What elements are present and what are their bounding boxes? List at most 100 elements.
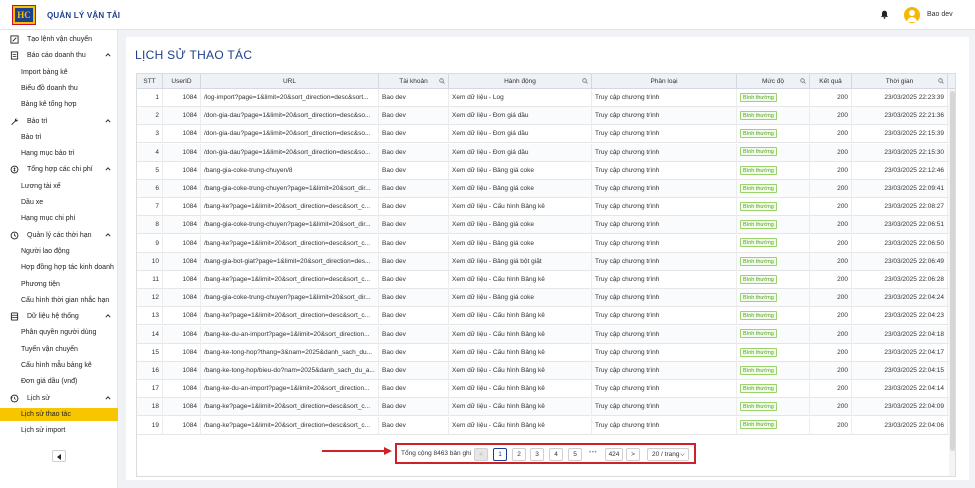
sidebar-item[interactable]: Cấu hình mẫu bảng kê [0, 359, 118, 372]
table-row[interactable]: 18 1084/bang-ke?page=1&limit=20&sort_dire… [137, 398, 955, 417]
table-row[interactable]: 17 1084/bang-ke-du-an-import?page=1&limit… [137, 380, 955, 399]
table-cell: 1084 [163, 307, 201, 326]
next-page-button[interactable]: > [626, 448, 640, 461]
column-header[interactable]: UserID [163, 74, 201, 89]
table-cell: Bình thường [737, 143, 810, 162]
table-cell: Xem dữ liệu - Cấu hình Bảng kê [449, 398, 592, 417]
table-cell: Xem dữ liệu - Log [449, 89, 592, 107]
table-cell: 1084 [163, 362, 201, 380]
table-cell: /bang-ke?page=1&limit=20&sort_direction=… [201, 198, 379, 217]
search-icon[interactable] [800, 78, 806, 84]
sidebar-item[interactable]: Biểu đồ doanh thu [0, 82, 118, 95]
column-header[interactable]: Mức độ [737, 74, 810, 89]
sidebar-item[interactable]: Hạng mục bảo trì [0, 147, 118, 160]
table-row[interactable]: 7 1084/bang-ke?page=1&limit=20&sort_direc… [137, 198, 955, 217]
table-cell: /bang-gia-coke-trung-chuyen?page=1&limit… [201, 180, 379, 198]
collapse-sidebar-button[interactable] [52, 450, 66, 462]
table-cell: Xem dữ liệu - Cấu hình Bảng kê [449, 343, 592, 362]
sidebar-item[interactable]: Bảo trì [0, 131, 118, 144]
table-row[interactable]: 6 1084/bang-gia-coke-trung-chuyen?page=1&… [137, 180, 955, 198]
table-cell: 2 [137, 107, 163, 126]
table-cell: /bang-gia-coke-trung-chuyen?page=1&limit… [201, 216, 379, 235]
table-row[interactable]: 4 1084/don-gia-dau?page=1&limit=20&sort_d… [137, 143, 955, 162]
table-row[interactable]: 11 1084/bang-ke?page=1&limit=20&sort_dire… [137, 271, 955, 289]
scrollbar-thumb[interactable] [950, 91, 955, 451]
sidebar-group[interactable]: Tổng hợp các chi phí [0, 163, 118, 176]
table-cell: 23/03/2025 22:04:14 [852, 380, 948, 399]
app-title: QUẢN LÝ VẬN TẢI [47, 11, 121, 20]
table-cell: Truy cập chương trình [592, 343, 737, 362]
sidebar-item[interactable]: Cấu hình thời gian nhắc hạn [0, 294, 118, 307]
table-row[interactable]: 2 1084/don-gia-dau?page=1&limit=20&sort_d… [137, 107, 955, 126]
pagination-ellipsis[interactable]: ••• [589, 449, 597, 456]
sidebar-group[interactable]: Bảo trì [0, 115, 118, 128]
page-size-select[interactable]: 20 / trang [647, 448, 689, 461]
table-row[interactable]: 14 1084/bang-ke-du-an-import?page=1&limit… [137, 325, 955, 344]
sidebar-group[interactable]: Dữ liệu hệ thống [0, 310, 118, 323]
table-cell: 1084 [163, 143, 201, 162]
table-cell: Bao dev [379, 234, 449, 253]
sidebar-item[interactable]: Phương tiện [0, 278, 118, 291]
sidebar-item[interactable]: Phân quyền người dùng [0, 326, 118, 339]
column-header[interactable]: Thời gian [852, 74, 948, 89]
table-row[interactable]: 16 1084/bang-ke-tong-hop/bieu-do?nam=2025… [137, 362, 955, 380]
page-button[interactable]: 4 [549, 448, 563, 461]
table-cell: Bao dev [379, 289, 449, 308]
user-avatar[interactable] [904, 7, 920, 23]
search-icon[interactable] [938, 78, 944, 84]
sidebar-item-label: Bảo trì [21, 133, 42, 141]
page-button[interactable]: 2 [512, 448, 526, 461]
prev-page-button[interactable]: < [474, 448, 488, 461]
sidebar-group[interactable]: Quản lý các thời hạn [0, 229, 118, 242]
sidebar-item[interactable]: Hạng mục chi phí [0, 212, 118, 225]
table-row[interactable]: 5 1084/bang-gia-coke-trung-chuyen/8 Bao de… [137, 161, 955, 180]
user-name[interactable]: Bao dev [927, 11, 953, 18]
table-cell: Xem dữ liệu - Cấu hình Bảng kê [449, 271, 592, 289]
table-cell: Truy cập chương trình [592, 161, 737, 180]
column-header[interactable]: URL [201, 74, 379, 89]
page-button[interactable]: 5 [568, 448, 582, 461]
column-header[interactable]: Phân loại [592, 74, 737, 89]
column-header[interactable]: Hành động [449, 74, 592, 89]
table-row[interactable]: 15 1084/bang-ke-tong-hop?thang=3&nam=2025… [137, 343, 955, 362]
table-row[interactable]: 3 1084/don-gia-dau?page=1&limit=20&sort_d… [137, 125, 955, 144]
company-logo[interactable]: HC [12, 5, 36, 25]
sidebar-group[interactable]: Báo cáo doanh thu [0, 49, 118, 62]
sidebar-item[interactable]: Lịch sử import [0, 424, 118, 437]
table-cell: 200 [810, 198, 852, 217]
sidebar-item[interactable]: Hợp đồng hợp tác kinh doanh [0, 261, 118, 274]
column-header[interactable]: Kết quả [810, 74, 852, 89]
table-row[interactable]: 13 1084/bang-ke?page=1&limit=20&sort_dire… [137, 307, 955, 326]
last-page-button[interactable]: 424 [605, 448, 623, 461]
table-row[interactable]: 19 1084/bang-ke?page=1&limit=20&sort_dire… [137, 416, 955, 435]
table-row[interactable]: 9 1084/bang-ke?page=1&limit=20&sort_direc… [137, 234, 955, 253]
sidebar-item[interactable]: Tuyến vận chuyển [0, 343, 118, 356]
table-row[interactable]: 10 1084/bang-gia-bot-giat?page=1&limit=20… [137, 252, 955, 271]
sidebar-item[interactable]: Import bảng kê [0, 66, 118, 79]
sidebar-item[interactable]: Lịch sử thao tác [0, 407, 118, 421]
sidebar-item[interactable]: Lương tài xế [0, 180, 118, 193]
search-icon[interactable] [439, 78, 445, 84]
sidebar-item[interactable]: Dầu xe [0, 196, 118, 209]
table-row[interactable]: 8 1084/bang-gia-coke-trung-chuyen?page=1&… [137, 216, 955, 235]
table-cell: 10 [137, 252, 163, 271]
sidebar-item[interactable]: Bảng kê tổng hợp [0, 98, 118, 111]
table-cell: 17 [137, 380, 163, 399]
page-button[interactable]: 3 [530, 448, 544, 461]
page-button[interactable]: 1 [493, 448, 507, 461]
column-header[interactable]: Tài khoản [379, 74, 449, 89]
bell-icon[interactable] [880, 10, 889, 19]
table-row[interactable]: 1 1084/log-import?page=1&limit=20&sort_di… [137, 89, 955, 107]
search-icon[interactable] [582, 78, 588, 84]
table-row[interactable]: 12 1084/bang-gia-coke-trung-chuyen?page=1… [137, 289, 955, 308]
status-badge: Bình thường [740, 238, 777, 248]
sidebar-item[interactable]: Đơn giá dầu (vnđ) [0, 375, 118, 388]
table-scrollbar[interactable] [949, 89, 955, 476]
column-header[interactable]: STT [137, 74, 163, 89]
sidebar-item-label: Lịch sử thao tác [21, 410, 71, 418]
table-cell: 19 [137, 416, 163, 435]
sidebar-item[interactable]: Người lao động [0, 245, 118, 258]
sidebar-group[interactable]: Tạo lệnh vận chuyển [0, 33, 118, 46]
sidebar-group[interactable]: Lịch sử [0, 392, 118, 405]
table-cell: 200 [810, 380, 852, 399]
